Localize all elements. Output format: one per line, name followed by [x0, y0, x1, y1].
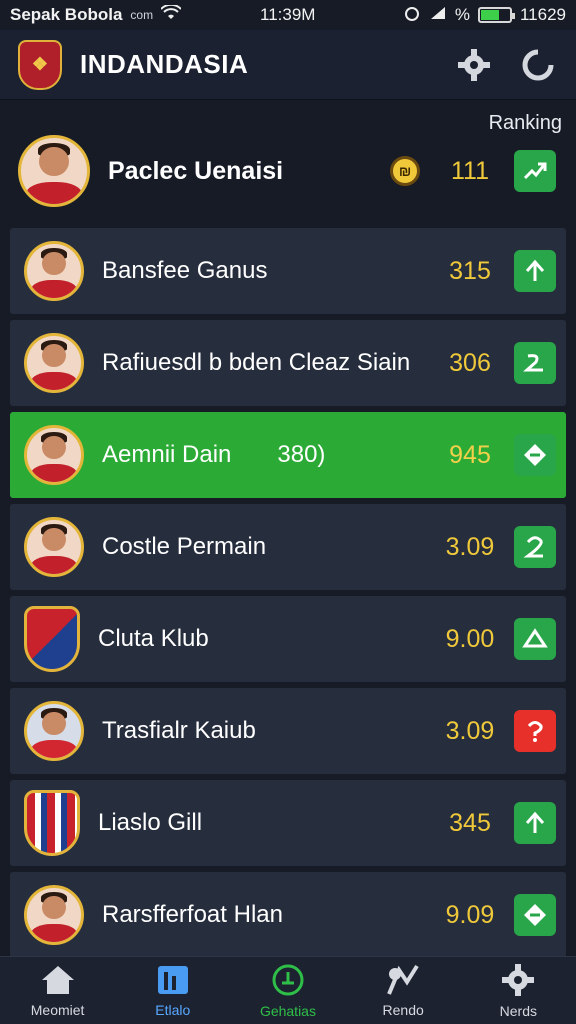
- player-name: Aemnii Dain: [102, 441, 231, 469]
- nav-settings[interactable]: Nerds: [463, 963, 573, 1019]
- list-item[interactable]: Bansfee Ganus 315: [10, 228, 566, 314]
- list-item[interactable]: Rafiuesdl b bden Cleaz Siain 306: [10, 320, 566, 406]
- arrow-up-icon: [525, 259, 545, 281]
- wifi-icon: [160, 3, 182, 26]
- nav-label: Etlalo: [155, 1001, 191, 1018]
- target-icon: [272, 964, 304, 995]
- player-name-text: Aemnii Dain: [102, 441, 232, 468]
- player-score: 3.09: [445, 532, 495, 561]
- ranking-list: Bansfee Ganus 315 Rafiuesdl b bden Cleaz…: [10, 228, 566, 964]
- diamond-icon: [524, 904, 546, 926]
- battery-percent: %: [454, 5, 470, 24]
- player-extra: 380): [277, 441, 326, 468]
- list-item[interactable]: Liaslo Gill 345: [10, 780, 566, 866]
- list-item-highlighted[interactable]: Aemnii Dain 380) 945: [10, 412, 566, 498]
- status-extra: 11629: [519, 5, 566, 24]
- nav-label: Nerds: [499, 1002, 538, 1019]
- nav-main[interactable]: Gehatias: [233, 963, 343, 1019]
- top-player-score: 111: [450, 156, 489, 185]
- top-player-name: Paclec Uenaisi: [108, 156, 284, 185]
- row-action-button[interactable]: [514, 894, 556, 936]
- top-player-row[interactable]: Paclec Uenaisi ₪ 111: [10, 128, 566, 214]
- arrow-up-icon: [525, 811, 545, 833]
- list-item[interactable]: Cluta Klub 9.00: [10, 596, 566, 682]
- coin-symbol: ₪: [398, 163, 412, 179]
- refresh-button[interactable]: [518, 45, 558, 85]
- crest-symbol: ❖: [31, 54, 49, 74]
- team-crest-logo[interactable]: ❖: [18, 39, 62, 90]
- row-action-button[interactable]: [514, 710, 556, 752]
- nav-chart[interactable]: Rendo: [348, 964, 458, 1018]
- refresh-icon: [522, 47, 555, 80]
- player-name: Costle Permain: [102, 533, 267, 560]
- diamond-icon: [524, 444, 546, 466]
- player-score: 306: [449, 348, 491, 377]
- club-score: 345: [449, 808, 491, 837]
- player-name: Bansfee Ganus: [102, 257, 268, 284]
- nav-home[interactable]: Meomiet: [3, 964, 113, 1018]
- avatar: [24, 425, 84, 485]
- two-icon: [523, 536, 543, 558]
- status-right: % 11629: [403, 5, 566, 26]
- gear-icon: [502, 963, 535, 996]
- avatar: [24, 517, 84, 577]
- nav-label: Meomiet: [30, 1001, 85, 1018]
- trend-up-icon: [523, 162, 547, 180]
- club-name: Cluta Klub: [98, 625, 209, 652]
- status-time: 11:39M: [260, 5, 316, 24]
- player-name: Trasfialr Kaiub: [102, 717, 256, 744]
- player-name: Rafiuesdl b bden Cleaz Siain: [102, 349, 411, 376]
- player-score: 9.09: [445, 900, 495, 929]
- app-name: Sepak Bobola: [10, 5, 123, 24]
- home-icon: [41, 965, 74, 994]
- top-player-action-button[interactable]: [514, 150, 556, 192]
- status-bar: Sepak Bobola com 11:39M % 11629: [0, 0, 576, 30]
- row-action-button[interactable]: [514, 802, 556, 844]
- avatar: [24, 333, 84, 393]
- carrier: com: [130, 8, 154, 22]
- list-item[interactable]: Rarsfferfoat Hlan 9.09: [10, 872, 566, 958]
- nav-stats[interactable]: Etlalo: [118, 964, 228, 1018]
- signal-icon: [429, 5, 447, 26]
- chart-icon: [387, 964, 419, 995]
- avatar: [24, 701, 84, 761]
- app-header: ❖ INDANDASIA: [0, 30, 576, 100]
- row-action-button[interactable]: [514, 434, 556, 476]
- status-left: Sepak Bobola com: [10, 3, 182, 26]
- row-action-button[interactable]: [514, 618, 556, 660]
- avatar: [18, 135, 90, 207]
- avatar: [24, 241, 84, 301]
- coin-icon: ₪: [390, 156, 420, 186]
- avatar: [24, 885, 84, 945]
- list-item[interactable]: Trasfialr Kaiub 3.09: [10, 688, 566, 774]
- curve-icon: [523, 354, 543, 372]
- settings-button[interactable]: [454, 45, 494, 85]
- battery-icon: [477, 7, 515, 23]
- club-badge-icon: [24, 790, 80, 856]
- gear-icon: [458, 48, 490, 81]
- row-action-button[interactable]: [514, 342, 556, 384]
- player-name: Rarsfferfoat Hlan: [102, 901, 283, 928]
- row-action-button[interactable]: [514, 526, 556, 568]
- stats-icon: [157, 965, 188, 994]
- question-icon: [527, 721, 543, 742]
- list-item[interactable]: Costle Permain 3.09: [10, 504, 566, 590]
- row-action-button[interactable]: [514, 250, 556, 292]
- triangle-icon: [522, 628, 548, 648]
- nav-label: Rendo: [382, 1001, 424, 1018]
- club-score: 9.00: [445, 624, 495, 653]
- club-badge-icon: [24, 606, 80, 672]
- alarm-icon: [403, 5, 421, 26]
- player-score: 315: [449, 256, 491, 285]
- nav-label: Gehatias: [259, 1002, 316, 1019]
- club-name: Liaslo Gill: [98, 809, 203, 836]
- bottom-nav: Meomiet Etlalo Gehatias Rendo Nerds: [0, 956, 576, 1024]
- player-score: 3.09: [445, 716, 495, 745]
- page-title: INDANDASIA: [80, 49, 249, 79]
- player-score: 945: [449, 440, 491, 469]
